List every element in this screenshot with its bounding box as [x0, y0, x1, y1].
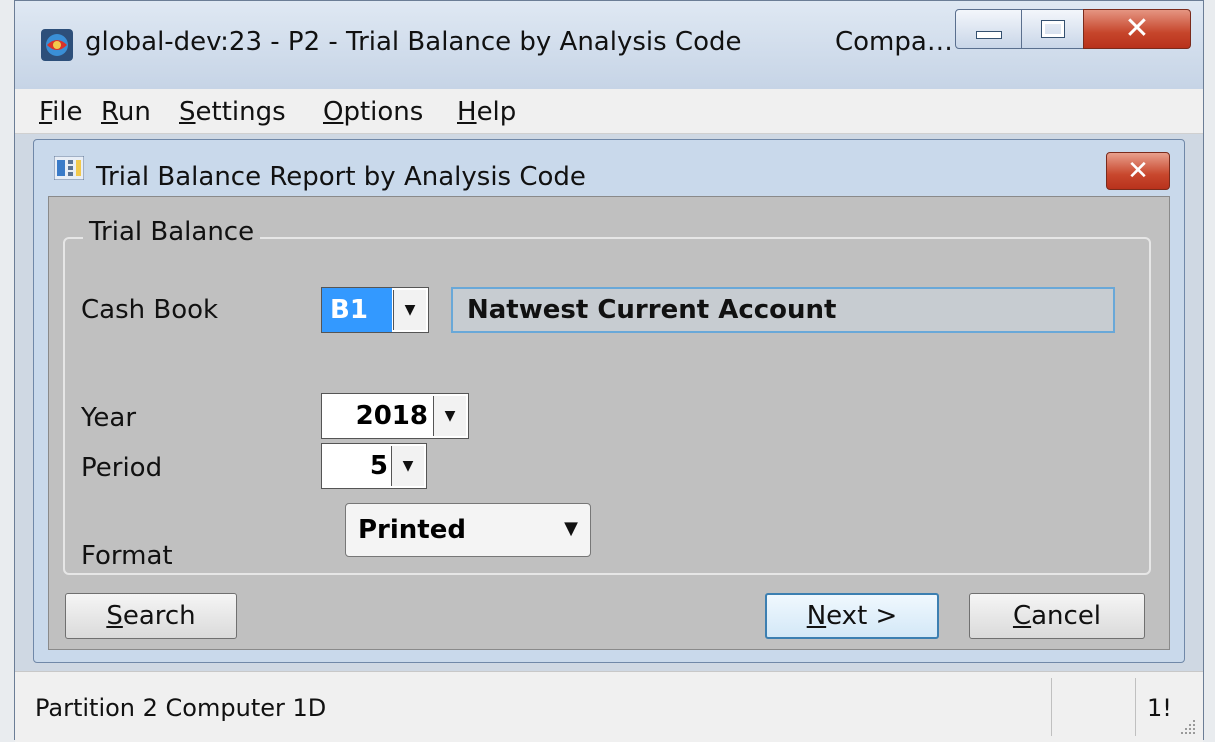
cash-book-value[interactable]: B1: [322, 288, 392, 332]
dialog-title-bar[interactable]: Trial Balance Report by Analysis Code ✕: [34, 140, 1184, 196]
period-label: Period: [81, 453, 163, 483]
dropdown-arrow-icon[interactable]: ▼: [433, 396, 466, 436]
menu-settings[interactable]: Settings: [179, 97, 286, 127]
dialog-close-button[interactable]: ✕: [1106, 152, 1170, 190]
cash-book-combo[interactable]: B1 ▼: [321, 287, 429, 333]
maximize-icon: [1041, 20, 1065, 38]
status-separator: [1051, 678, 1052, 736]
period-value[interactable]: 5: [322, 444, 394, 488]
close-icon: ✕: [1124, 11, 1150, 46]
cash-book-description: Natwest Current Account: [451, 287, 1115, 333]
minimize-button[interactable]: [955, 9, 1023, 49]
format-value: Printed: [358, 515, 466, 545]
report-icon: [54, 156, 84, 180]
resize-grip-icon[interactable]: [1179, 718, 1197, 736]
window-title-company: Compa…: [835, 27, 953, 57]
next-button[interactable]: Next >: [765, 593, 939, 639]
dropdown-arrow-icon[interactable]: ▼: [393, 290, 426, 330]
year-label: Year: [81, 403, 137, 433]
search-button[interactable]: Search: [65, 593, 237, 639]
menu-run[interactable]: Run: [101, 97, 151, 127]
group-label: Trial Balance: [83, 217, 261, 247]
title-bar[interactable]: global-dev:23 - P2 - Trial Balance by An…: [15, 1, 1203, 89]
maximize-button[interactable]: [1021, 9, 1085, 49]
cancel-button[interactable]: Cancel: [969, 593, 1145, 639]
year-combo[interactable]: 2018 ▼: [321, 393, 469, 439]
minimize-icon: [976, 31, 1002, 39]
format-dropdown[interactable]: Printed ▼: [345, 503, 591, 557]
dropdown-arrow-icon[interactable]: ▼: [391, 446, 424, 486]
close-icon: ✕: [1127, 156, 1149, 186]
globe-app-icon: [41, 29, 73, 61]
status-right-text: 1!: [1147, 694, 1172, 722]
window-title: global-dev:23 - P2 - Trial Balance by An…: [85, 27, 742, 57]
status-separator: [1135, 678, 1136, 736]
year-value[interactable]: 2018: [322, 394, 434, 438]
dropdown-arrow-icon: ▼: [564, 518, 578, 539]
cash-book-label: Cash Book: [81, 295, 219, 325]
menu-options[interactable]: Options: [323, 97, 423, 127]
dialog-title: Trial Balance Report by Analysis Code: [96, 162, 586, 192]
application-window: global-dev:23 - P2 - Trial Balance by An…: [14, 0, 1204, 742]
menu-help[interactable]: Help: [457, 97, 516, 127]
dialog-client-area: Trial Balance Cash Book B1 ▼ Natwest Cur…: [48, 196, 1170, 650]
report-dialog: Trial Balance Report by Analysis Code ✕ …: [33, 139, 1185, 663]
menu-file[interactable]: File: [39, 97, 83, 127]
format-label: Format: [81, 541, 173, 571]
trial-balance-group: Trial Balance Cash Book B1 ▼ Natwest Cur…: [63, 217, 1151, 575]
status-text: Partition 2 Computer 1D: [35, 694, 327, 722]
status-bar: Partition 2 Computer 1D 1!: [15, 671, 1203, 742]
close-button[interactable]: ✕: [1083, 9, 1191, 49]
period-combo[interactable]: 5 ▼: [321, 443, 427, 489]
menu-bar: File Run Settings Options Help: [15, 89, 1203, 134]
